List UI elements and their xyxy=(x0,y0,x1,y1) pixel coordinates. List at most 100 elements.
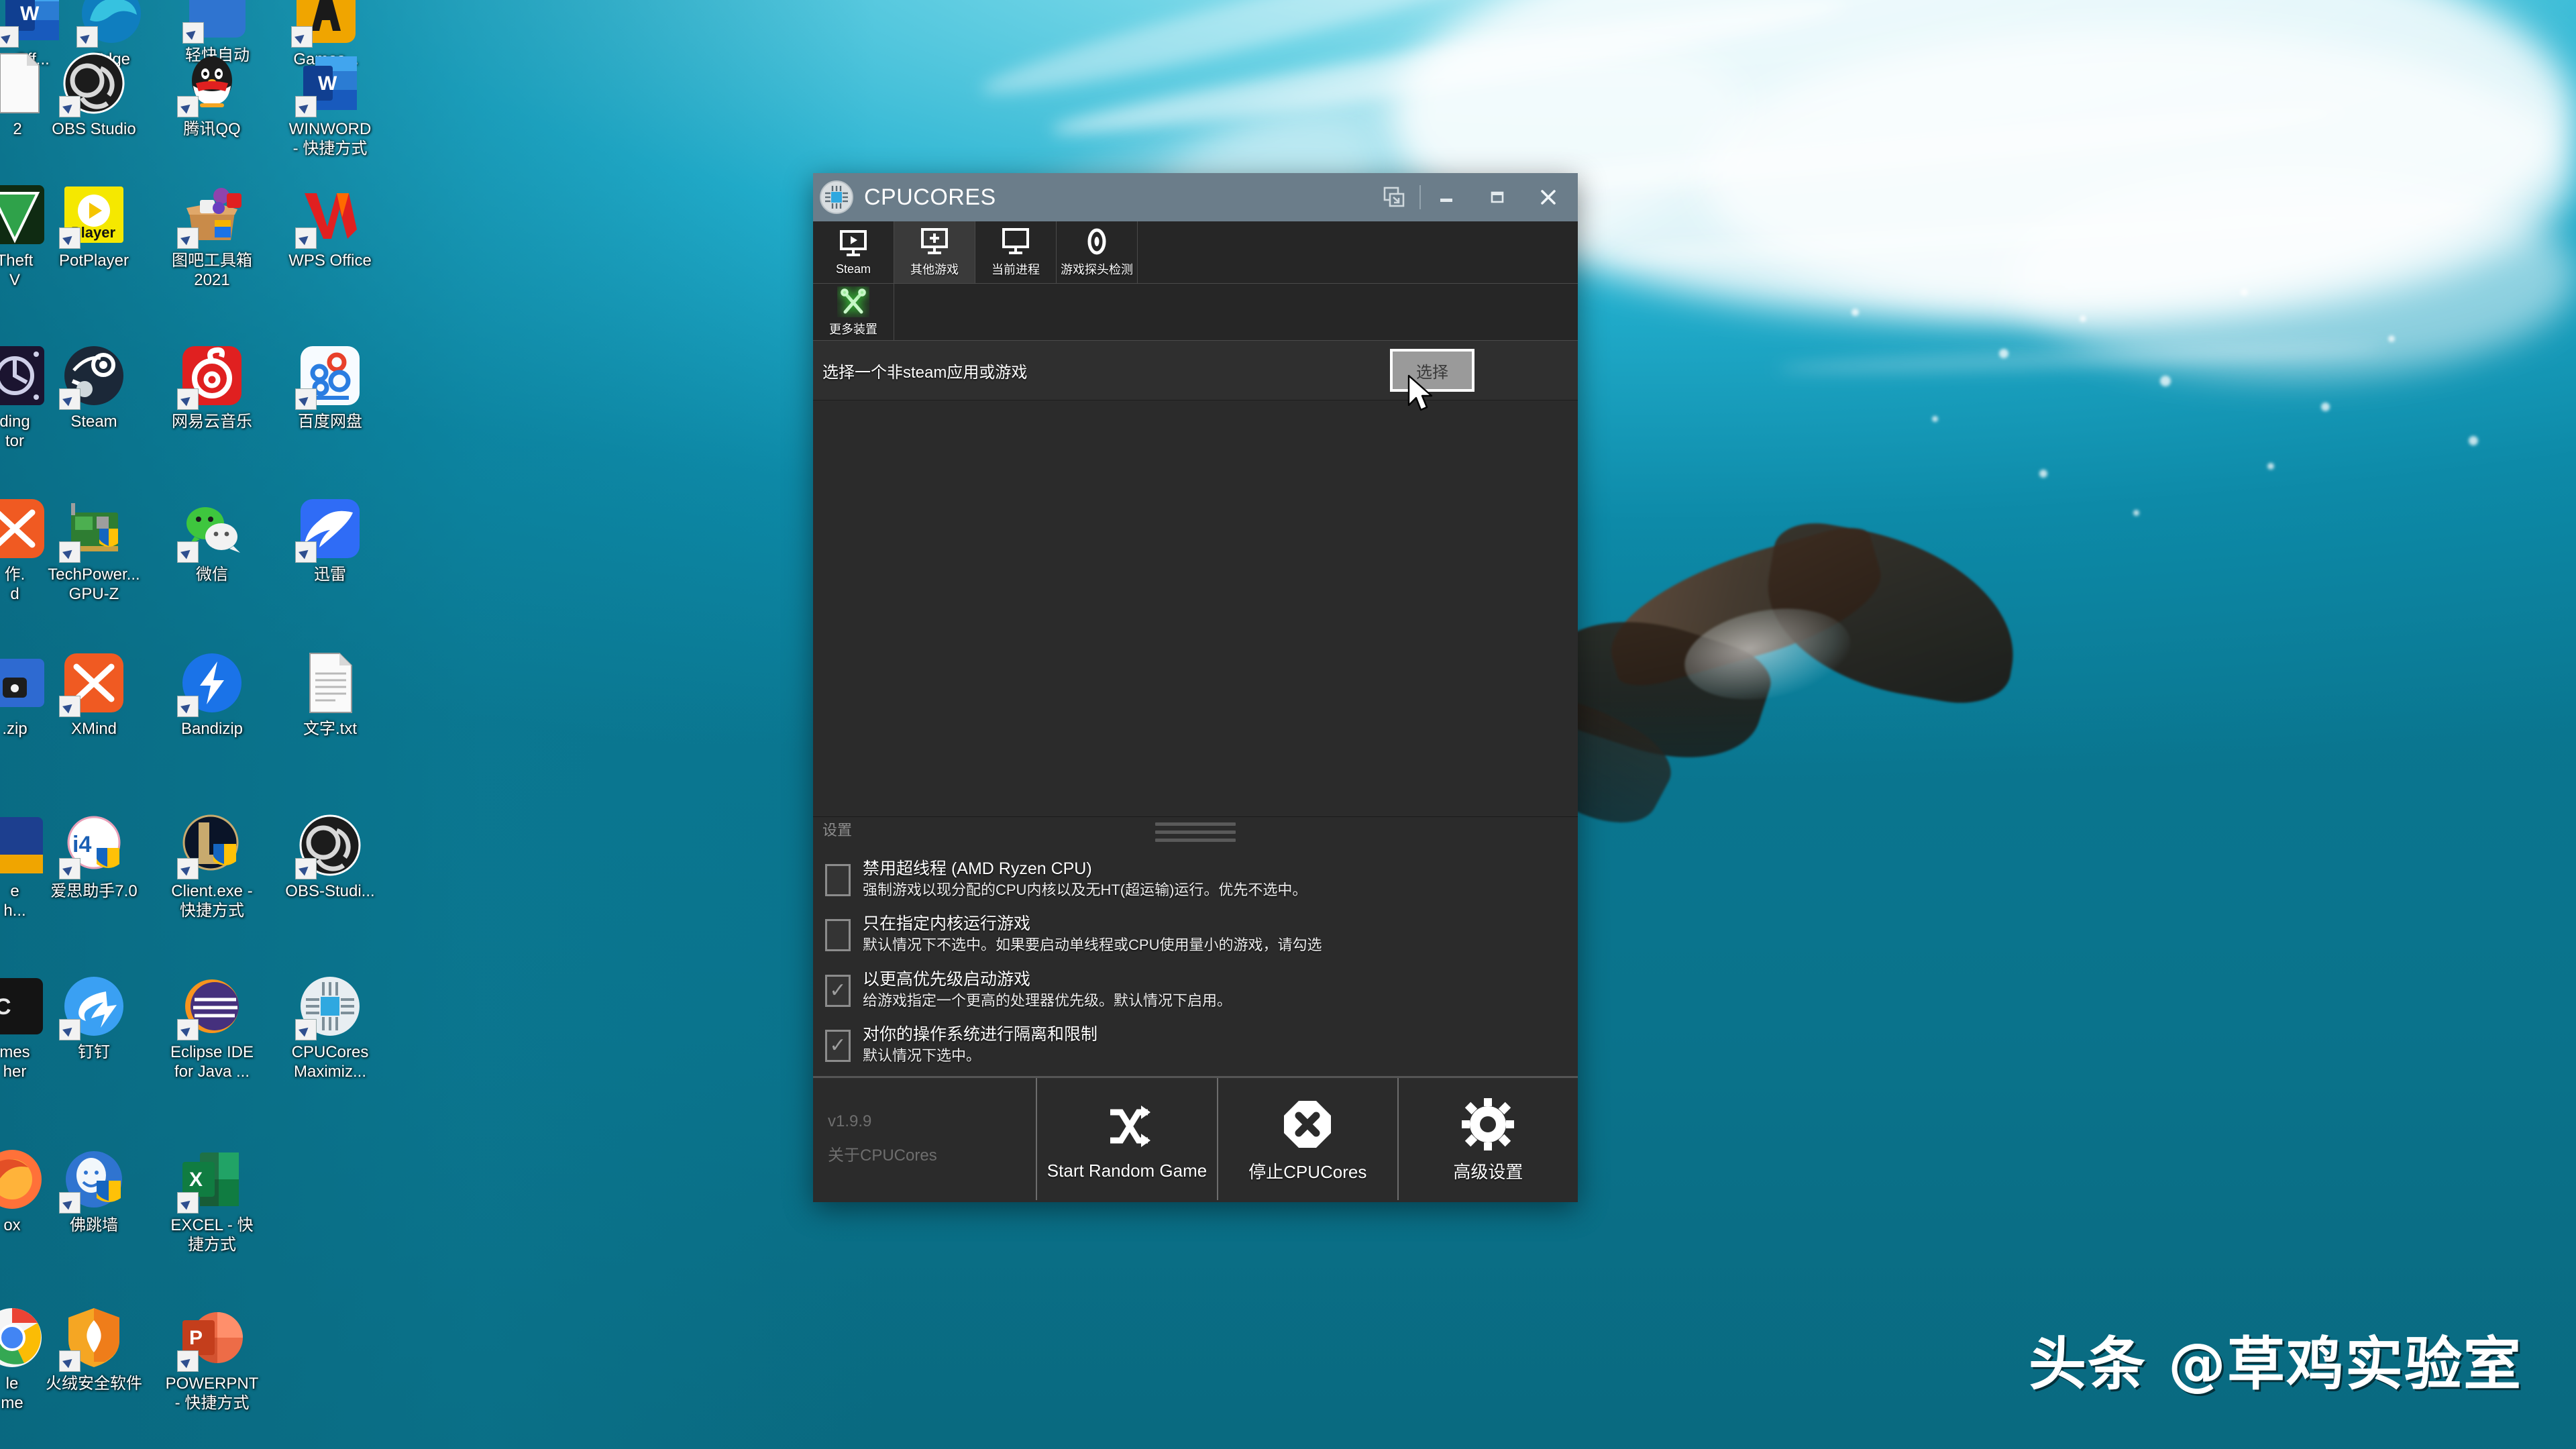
shortcut-arrow-icon xyxy=(295,96,317,117)
desktop-icon-fotiaoqiang[interactable]: 佛跳墙 xyxy=(35,1147,153,1235)
desktop-icon-label: Bandizip xyxy=(180,720,244,738)
wallpaper-bubble xyxy=(2080,315,2086,322)
splitter-grip-icon[interactable] xyxy=(1155,822,1236,847)
baidu-icon xyxy=(295,343,362,410)
desktop-icon-steam[interactable]: Steam xyxy=(35,343,153,431)
toolbox-icon xyxy=(177,182,244,249)
channel-watermark: 头条 @草鸡实验室 xyxy=(2029,1331,2522,1398)
minimize-icon[interactable] xyxy=(1421,173,1472,221)
svg-text:W: W xyxy=(318,72,337,95)
desktop-icon-label: 爱思助手7.0 xyxy=(50,882,138,900)
checkbox-higher-priority[interactable]: ✓ xyxy=(825,974,851,1007)
setting-title: 只在指定内核运行游戏 xyxy=(863,914,1031,934)
desktop-icon-netease[interactable]: 网易云音乐 xyxy=(153,343,271,431)
wallpaper-bubble xyxy=(2267,463,2274,470)
checkbox-isolate-os[interactable]: ✓ xyxy=(825,1030,851,1063)
desktop-icon-obs2[interactable]: OBS-Studi... xyxy=(271,813,389,901)
tab-label: 其他游戏 xyxy=(910,263,959,276)
shortcut-arrow-icon xyxy=(295,541,317,563)
tab-bar-filler xyxy=(1138,221,1578,283)
setting-row[interactable]: 只在指定内核运行游戏 默认情况下不选中。如果要启动单线程或CPU使用量小的游戏，… xyxy=(813,910,1578,965)
secondary-tab-bar[interactable]: 更多装置 xyxy=(813,284,1578,341)
shortcut-arrow-icon xyxy=(59,1019,80,1040)
checkbox-disable-hyperthreading[interactable] xyxy=(825,864,851,896)
desktop-icon-label: POWERPNT - 快捷方式 xyxy=(165,1375,259,1413)
desktop-icon-wps[interactable]: WPS Office xyxy=(271,182,389,270)
desktop-icon-huorong[interactable]: 火绒安全软件 xyxy=(35,1305,153,1393)
stop-octagon-x-icon xyxy=(1281,1094,1334,1155)
cpucores-window[interactable]: CPUCORES Steam 其他游戏 当前进程 游戏探头检测 更多装置 选择一… xyxy=(813,173,1578,1202)
shortcut-arrow-icon xyxy=(59,696,80,717)
setting-row[interactable]: ✓ 以更高优先级启动游戏 给游戏指定一个更高的处理器优先级。默认情况下启用。 xyxy=(813,965,1578,1020)
qq-icon xyxy=(177,51,244,117)
checkbox-run-on-specified-cores[interactable] xyxy=(825,919,851,952)
desktop-icon-baidu[interactable]: 百度网盘 xyxy=(271,343,389,431)
netease-icon xyxy=(177,343,244,410)
dingtalk-icon xyxy=(59,974,126,1040)
desktop-icon-aisi[interactable]: i4 爱思助手7.0 xyxy=(35,813,153,901)
word-icon: W xyxy=(295,51,362,117)
about-link[interactable]: 关于CPUCores xyxy=(828,1142,937,1165)
desktop-icon-label: 火绒安全软件 xyxy=(46,1375,142,1393)
start-random-game-button[interactable]: Start Random Game xyxy=(1037,1077,1218,1200)
game-list-area[interactable] xyxy=(813,400,1578,817)
desktop-icon-obs[interactable]: OBS Studio xyxy=(35,51,153,139)
desktop-icon-cpucores[interactable]: CPUCores Maximiz... xyxy=(271,974,389,1082)
tab-game-probe-detection[interactable]: 游戏探头检测 xyxy=(1057,221,1138,283)
desktop-icon-label: 钉钉 xyxy=(78,1043,110,1061)
close-icon[interactable] xyxy=(1523,173,1574,221)
desktop-icon-label: Client.exe - 快捷方式 xyxy=(171,882,253,920)
svg-text:W: W xyxy=(20,3,40,25)
desktop-icon-thunder[interactable]: 迅雷 xyxy=(271,496,389,584)
tab-more-tools[interactable]: 更多装置 xyxy=(813,284,894,340)
gear-icon xyxy=(1462,1094,1515,1155)
xmind-icon xyxy=(59,651,126,717)
desktop-icon-label: WINWORD - 快捷方式 xyxy=(288,120,372,158)
desktop-icon-eclipse[interactable]: Eclipse IDE for Java ... xyxy=(153,974,271,1082)
desktop-icon-grid: WOff...Edge轻快自动Games...2OBS Studio腾讯QQWW… xyxy=(0,0,416,1449)
setting-row[interactable]: 禁用超线程 (AMD Ryzen CPU) 强制游戏以现分配的CPU内核以及无H… xyxy=(813,855,1578,910)
desktop-icon-excel[interactable]: X EXCEL - 快 捷方式 xyxy=(153,1147,271,1255)
tab-steam[interactable]: Steam xyxy=(813,221,894,283)
stop-cpucores-button[interactable]: 停止CPUCores xyxy=(1218,1077,1399,1200)
desktop-icon-xmind[interactable]: XMind xyxy=(35,651,153,739)
desktop-icon-label: CPUCores Maximiz... xyxy=(291,1043,369,1081)
tab-label: Steam xyxy=(835,262,871,276)
desktop-icon-lol[interactable]: Client.exe - 快捷方式 xyxy=(153,813,271,921)
desktop-icon-wechat[interactable]: 微信 xyxy=(153,496,271,584)
lol-icon xyxy=(177,813,244,879)
window-titlebar[interactable]: CPUCORES xyxy=(813,173,1578,221)
action-label: 高级设置 xyxy=(1453,1162,1523,1183)
shortcut-arrow-icon xyxy=(59,858,80,879)
desktop-icon-powerpoint[interactable]: P POWERPNT - 快捷方式 xyxy=(153,1305,271,1413)
steam-icon xyxy=(59,343,126,410)
settings-list: 禁用超线程 (AMD Ryzen CPU) 强制游戏以现分配的CPU内核以及无H… xyxy=(813,852,1578,1076)
window-controls[interactable] xyxy=(1368,173,1574,221)
primary-tab-bar[interactable]: Steam 其他游戏 当前进程 游戏探头检测 xyxy=(813,221,1578,284)
desktop-icon-toolbox[interactable]: 图吧工具箱 2021 xyxy=(153,182,271,290)
svg-text:i4: i4 xyxy=(72,832,91,857)
desktop-icon-bandizip[interactable]: Bandizip xyxy=(153,651,271,739)
tab-current-process[interactable]: 当前进程 xyxy=(975,221,1057,283)
shortcut-arrow-icon xyxy=(291,26,313,48)
excel-icon: X xyxy=(177,1147,244,1214)
maximize-icon[interactable] xyxy=(1472,173,1523,221)
fotiaoqiang-icon xyxy=(59,1147,126,1214)
tab-other-games[interactable]: 其他游戏 xyxy=(894,221,975,283)
desktop-icon-potplayer[interactable]: Player PotPlayer xyxy=(35,182,153,270)
tab-label: 更多装置 xyxy=(829,323,877,336)
desktop-icon-word[interactable]: W WINWORD - 快捷方式 xyxy=(271,51,389,159)
advanced-settings-button[interactable]: 高级设置 xyxy=(1399,1078,1578,1200)
shortcut-arrow-icon xyxy=(59,388,80,410)
desktop-icon-dingtalk[interactable]: 钉钉 xyxy=(35,974,153,1062)
minimize-to-tray-icon[interactable] xyxy=(1368,173,1419,221)
desktop-icon-label: Steam xyxy=(70,413,117,431)
setting-row[interactable]: ✓ 对你的操作系统进行隔离和限制 默认情况下选中。 xyxy=(813,1020,1578,1075)
generic-partial-icon xyxy=(182,0,250,44)
desktop-icon-qq[interactable]: 腾讯QQ xyxy=(153,51,271,139)
wallpaper-bubble xyxy=(2039,470,2047,478)
about-cell[interactable]: v1.9.9 关于CPUCores xyxy=(813,1077,1038,1200)
desktop-icon-txt[interactable]: 文字.txt xyxy=(271,651,389,739)
desktop-icon-gpuz[interactable]: TechPower... GPU-Z xyxy=(35,496,153,604)
desktop-icon-label: XMind xyxy=(70,720,117,738)
